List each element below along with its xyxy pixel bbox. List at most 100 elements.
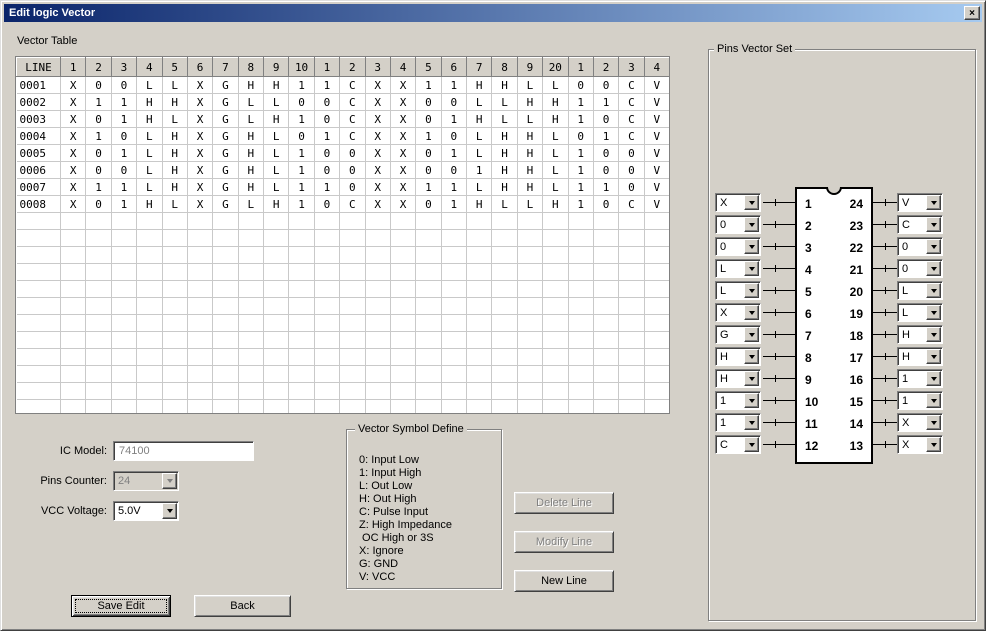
vector-cell[interactable]: 1 xyxy=(568,94,593,111)
pin-18-combo[interactable]: H xyxy=(897,325,943,344)
dropdown-arrow[interactable] xyxy=(926,327,941,342)
vector-cell[interactable]: 1 xyxy=(86,94,111,111)
vector-cell[interactable]: 1 xyxy=(111,94,136,111)
vector-cell[interactable]: 0 xyxy=(619,162,644,179)
vector-cell[interactable]: C xyxy=(619,128,644,145)
vector-cell[interactable]: C xyxy=(619,77,644,94)
vector-cell[interactable]: L xyxy=(492,111,517,128)
vector-cell[interactable]: 1 xyxy=(416,128,441,145)
vector-cell[interactable]: X xyxy=(187,162,212,179)
vector-cell[interactable]: 0 xyxy=(86,145,111,162)
vector-cell[interactable]: 0 xyxy=(593,162,618,179)
vector-cell[interactable]: C xyxy=(340,111,365,128)
vector-cell[interactable]: L xyxy=(137,162,162,179)
vector-cell[interactable]: H xyxy=(492,128,517,145)
vector-cell[interactable]: X xyxy=(390,111,415,128)
vector-cell[interactable]: L xyxy=(492,94,517,111)
dropdown-arrow[interactable] xyxy=(926,239,941,254)
vector-cell[interactable]: X xyxy=(365,128,390,145)
vector-cell[interactable]: L xyxy=(137,77,162,94)
vector-cell[interactable]: 0 xyxy=(416,145,441,162)
vector-cell[interactable]: 1 xyxy=(441,179,466,196)
vector-cell[interactable]: H xyxy=(543,196,568,213)
vector-cell[interactable]: 0 xyxy=(441,128,466,145)
vector-cell[interactable]: H xyxy=(162,128,187,145)
vector-cell[interactable]: L xyxy=(162,196,187,213)
dropdown-arrow[interactable] xyxy=(926,283,941,298)
pin-9-combo[interactable]: H xyxy=(715,369,761,388)
vector-cell[interactable]: X xyxy=(187,128,212,145)
vector-cell[interactable]: X xyxy=(390,128,415,145)
vector-cell[interactable]: H xyxy=(517,179,542,196)
vector-cell[interactable]: C xyxy=(340,77,365,94)
vector-cell[interactable]: 1 xyxy=(111,196,136,213)
vector-cell[interactable]: X xyxy=(61,111,86,128)
vector-cell[interactable]: H xyxy=(492,145,517,162)
vector-cell[interactable]: L xyxy=(264,94,289,111)
pin-21-combo[interactable]: 0 xyxy=(897,259,943,278)
vector-cell[interactable]: X xyxy=(187,94,212,111)
vector-cell[interactable]: 0 xyxy=(441,162,466,179)
dropdown-arrow[interactable] xyxy=(926,393,941,408)
vector-cell[interactable]: G xyxy=(213,162,238,179)
vector-cell[interactable]: L xyxy=(264,179,289,196)
vector-cell[interactable]: 1 xyxy=(568,145,593,162)
vector-cell[interactable]: 0 xyxy=(314,111,339,128)
vector-cell[interactable]: 0 xyxy=(619,179,644,196)
vector-cell[interactable]: L xyxy=(137,179,162,196)
vector-cell[interactable]: G xyxy=(213,77,238,94)
vector-cell[interactable]: L xyxy=(543,77,568,94)
vector-cell[interactable]: X xyxy=(390,94,415,111)
pin-15-combo[interactable]: 1 xyxy=(897,391,943,410)
vector-cell[interactable]: V xyxy=(644,77,669,94)
dropdown-arrow[interactable] xyxy=(744,327,759,342)
vector-cell[interactable]: H xyxy=(162,162,187,179)
close-button[interactable]: × xyxy=(964,6,980,20)
vector-cell[interactable]: V xyxy=(644,128,669,145)
vector-cell[interactable]: 1 xyxy=(568,179,593,196)
vector-cell[interactable]: H xyxy=(492,179,517,196)
vector-cell[interactable]: L xyxy=(238,111,263,128)
vector-cell[interactable]: G xyxy=(213,179,238,196)
vector-cell[interactable]: X xyxy=(365,196,390,213)
vector-cell[interactable]: V xyxy=(644,179,669,196)
vector-cell[interactable]: 0 xyxy=(86,77,111,94)
pin-4-combo[interactable]: L xyxy=(715,259,761,278)
vector-cell[interactable]: L xyxy=(467,94,492,111)
dropdown-arrow[interactable] xyxy=(926,371,941,386)
pin-6-combo[interactable]: X xyxy=(715,303,761,322)
vector-cell[interactable]: 0 xyxy=(568,128,593,145)
vector-cell[interactable]: H xyxy=(238,179,263,196)
vector-cell[interactable]: X xyxy=(365,162,390,179)
dropdown-arrow[interactable] xyxy=(926,415,941,430)
new-line-button[interactable]: New Line xyxy=(514,570,614,592)
pin-12-combo[interactable]: C xyxy=(715,435,761,454)
vector-cell[interactable]: 1 xyxy=(289,145,314,162)
vector-cell[interactable]: X xyxy=(365,145,390,162)
vector-cell[interactable]: H xyxy=(162,179,187,196)
vector-cell[interactable]: G xyxy=(213,196,238,213)
vector-cell[interactable]: 1 xyxy=(568,111,593,128)
vector-cell[interactable]: X xyxy=(61,196,86,213)
vector-cell[interactable]: X xyxy=(61,94,86,111)
vector-cell[interactable]: L xyxy=(238,196,263,213)
pin-14-combo[interactable]: X xyxy=(897,413,943,432)
vector-cell[interactable]: X xyxy=(187,77,212,94)
vector-cell[interactable]: L xyxy=(492,196,517,213)
vector-cell[interactable]: H xyxy=(264,111,289,128)
vector-cell[interactable]: 1 xyxy=(314,179,339,196)
vector-cell[interactable]: L xyxy=(137,128,162,145)
vector-cell[interactable]: X xyxy=(365,111,390,128)
vector-cell[interactable]: 0 xyxy=(416,111,441,128)
pin-10-combo[interactable]: 1 xyxy=(715,391,761,410)
vector-cell[interactable]: V xyxy=(644,162,669,179)
dropdown-arrow[interactable] xyxy=(162,503,177,519)
vector-cell[interactable]: 0 xyxy=(314,162,339,179)
vector-cell[interactable]: G xyxy=(213,111,238,128)
vector-cell[interactable]: H xyxy=(162,94,187,111)
pin-1-combo[interactable]: X xyxy=(715,193,761,212)
vector-cell[interactable]: G xyxy=(213,94,238,111)
vector-cell[interactable]: 1 xyxy=(289,77,314,94)
vector-cell[interactable]: 1 xyxy=(416,179,441,196)
vector-cell[interactable]: 1 xyxy=(111,145,136,162)
